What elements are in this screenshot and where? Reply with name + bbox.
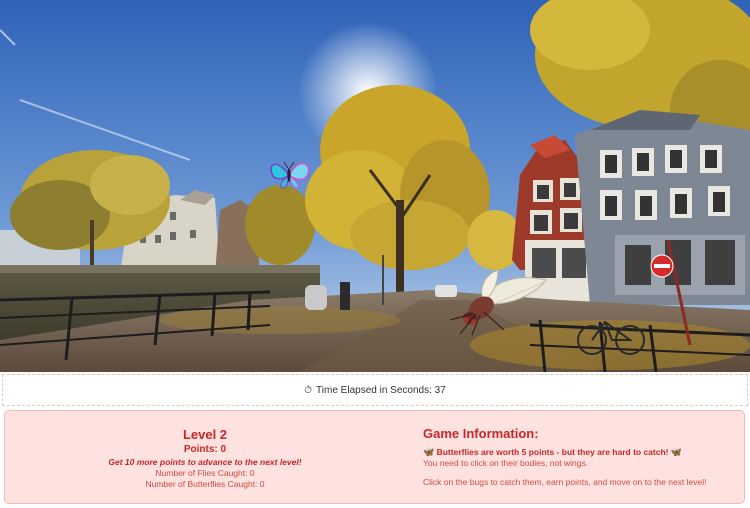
wings-note: You need to click on their bodies, not w…: [423, 458, 589, 468]
instructions-text: Click on the bugs to catch them, earn po…: [423, 477, 707, 487]
time-elapsed-bar: ⏱ Time Elapsed in Seconds: 37: [2, 374, 748, 406]
game-information: Game Information: 🦋 Butterflies are wort…: [423, 425, 738, 488]
points-text: Points: 0: [183, 444, 227, 455]
time-elapsed-text: Time Elapsed in Seconds: 37: [316, 384, 446, 396]
street-panorama: [0, 0, 750, 372]
butterfly-bug[interactable]: [268, 160, 312, 190]
game-scene[interactable]: [0, 0, 750, 372]
butterflies-caught-count: Number of Butterflies Caught: 0: [145, 479, 265, 489]
game-status-panel: Level 2 Points: 0 Get 10 more points to …: [4, 410, 745, 504]
stopwatch-icon: ⏱: [304, 384, 313, 396]
butterfly-icon: 🦋: [423, 447, 435, 457]
flies-caught-count: Number of Flies Caught: 0: [155, 468, 255, 478]
butterfly-note: 🦋 Butterflies are worth 5 points - but t…: [423, 447, 738, 458]
butterfly-note-text: Butterflies are worth 5 points - but the…: [436, 447, 669, 457]
level-status: Level 2 Points: 0 Get 10 more points to …: [5, 427, 405, 490]
butterfly-icon: 🦋: [670, 447, 683, 457]
game-info-title: Game Information:: [423, 426, 539, 441]
no-entry-sign-icon: [650, 254, 674, 278]
advance-message: Get 10 more points to advance to the nex…: [108, 457, 302, 467]
level-title: Level 2: [182, 427, 228, 442]
fly-bug[interactable]: [446, 268, 550, 336]
